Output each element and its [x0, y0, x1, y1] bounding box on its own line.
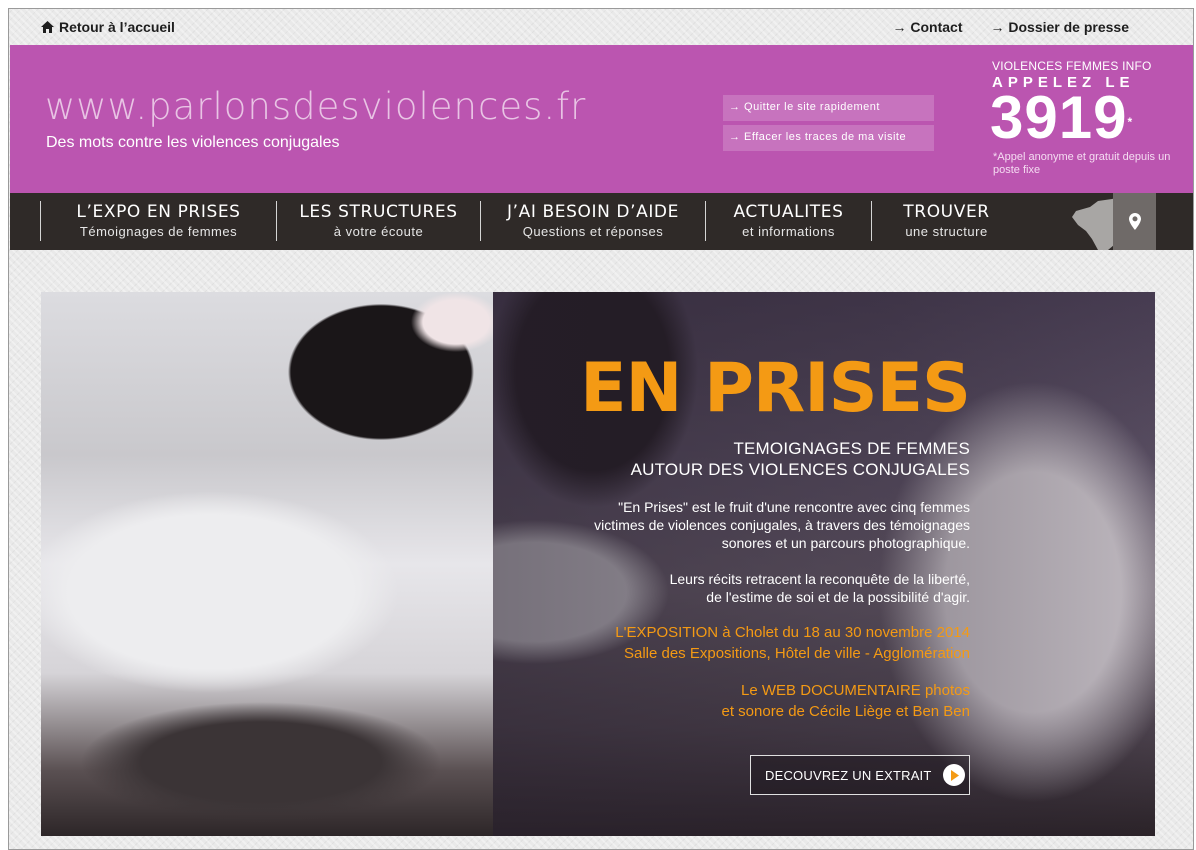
hero-text: EN PRISES TEMOIGNAGES DE FEMMES AUTOUR D…	[450, 349, 971, 722]
nav-item-sub: Témoignages de femmes	[79, 224, 238, 239]
exhibition-line: L'EXPOSITION à Cholet du 18 au 30 novemb…	[615, 624, 970, 641]
map-pin-icon	[1128, 213, 1141, 230]
hotline-label: VIOLENCES FEMMES INFO	[992, 59, 1152, 73]
hero-paragraph-line: victimes de violences conjugales, à trav…	[594, 517, 970, 533]
hero-subtitle-line: AUTOUR DES VIOLENCES CONJUGALES	[630, 460, 970, 479]
nav-item-title: TROUVER	[903, 202, 990, 222]
map-pin-button[interactable]	[1113, 193, 1156, 250]
nav-item-title: ACTUALITES	[733, 202, 844, 222]
hotline-block: VIOLENCES FEMMES INFO APPELEZ LE 3919 * *…	[985, 59, 1185, 177]
page-frame: Retour à l’accueil → Contact → Dossier d…	[8, 8, 1194, 850]
web-doc-line: et sonore de Cécile Liège et Ben Ben	[721, 703, 970, 720]
hero-subtitle-line: TEMOIGNAGES DE FEMMES	[733, 439, 970, 458]
clear-traces-button[interactable]: → Effacer les traces de ma visite	[723, 125, 934, 151]
home-link[interactable]: Retour à l’accueil	[41, 19, 175, 35]
main-nav: L’EXPO EN PRISES Témoignages de femmes L…	[10, 193, 1193, 250]
nav-item-title: L’EXPO EN PRISES	[76, 202, 241, 222]
discover-excerpt-label: DECOUVREZ UN EXTRAIT	[765, 767, 932, 783]
nav-item-help[interactable]: J’AI BESOIN D’AIDE Questions et réponses	[480, 201, 705, 241]
hotline-asterisk: *	[1127, 115, 1134, 129]
nav-item-title: LES STRUCTURES	[299, 202, 458, 222]
exhibition-info: L'EXPOSITION à Cholet du 18 au 30 novemb…	[450, 622, 970, 664]
nav-item-find[interactable]: TROUVER une structure	[871, 201, 1021, 241]
web-doc-info: Le WEB DOCUMENTAIRE photos et sonore de …	[450, 680, 970, 722]
discover-excerpt-button[interactable]: DECOUVREZ UN EXTRAIT	[750, 755, 970, 795]
hotline-number-wrap: 3919 *	[990, 88, 1185, 148]
top-bar: Retour à l’accueil → Contact → Dossier d…	[9, 9, 1193, 45]
nav-item-sub: une structure	[905, 224, 988, 239]
press-kit-link[interactable]: → Dossier de presse	[990, 19, 1129, 35]
hero-paragraph-line: "En Prises" est le fruit d'une rencontre…	[618, 499, 970, 515]
hero-paragraph-line: sonores et un parcours photographique.	[721, 535, 970, 551]
home-link-label: Retour à l’accueil	[59, 19, 175, 35]
hero-paragraph: "En Prises" est le fruit d'une rencontre…	[450, 498, 970, 552]
hero-subtitle: TEMOIGNAGES DE FEMMES AUTOUR DES VIOLENC…	[450, 438, 970, 480]
web-doc-line: Le WEB DOCUMENTAIRE photos	[741, 682, 970, 699]
site-tagline: Des mots contre les violences conjugales	[46, 134, 340, 151]
nav-item-news[interactable]: ACTUALITES et informations	[705, 201, 871, 241]
play-icon	[942, 764, 965, 786]
nav-item-structures[interactable]: LES STRUCTURES à votre écoute	[276, 201, 480, 241]
hero-paragraph-line: de l'estime de soi et de la possibilité …	[706, 589, 970, 605]
contact-link[interactable]: → Contact	[892, 19, 962, 35]
hotline-note: *Appel anonyme et gratuit depuis un post…	[993, 151, 1171, 176]
nav-item-expo[interactable]: L’EXPO EN PRISES Témoignages de femmes	[40, 201, 276, 241]
site-header: www.parlonsdesviolences.fr Des mots cont…	[10, 45, 1193, 193]
hotline-number: 3919	[990, 84, 1128, 151]
nav-item-sub: à votre écoute	[333, 224, 424, 239]
hero-paragraph: Leurs récits retracent la reconquête de …	[450, 570, 970, 606]
top-links: → Contact → Dossier de presse	[892, 19, 1129, 35]
site-logo-url[interactable]: www.parlonsdesviolences.fr	[45, 85, 586, 128]
hero-paragraph-line: Leurs récits retracent la reconquête de …	[669, 571, 970, 587]
exhibition-line: Salle des Expositions, Hôtel de ville - …	[623, 645, 970, 662]
quick-exit-button[interactable]: → Quitter le site rapidement	[723, 95, 934, 121]
nav-item-sub: et informations	[742, 224, 835, 239]
nav-item-sub: Questions et réponses	[522, 224, 664, 239]
hero-title: EN PRISES	[580, 349, 971, 428]
home-icon	[41, 21, 54, 33]
nav-item-title: J’AI BESOIN D’AIDE	[507, 202, 679, 222]
hero-banner: EN PRISES TEMOIGNAGES DE FEMMES AUTOUR D…	[41, 292, 1155, 836]
